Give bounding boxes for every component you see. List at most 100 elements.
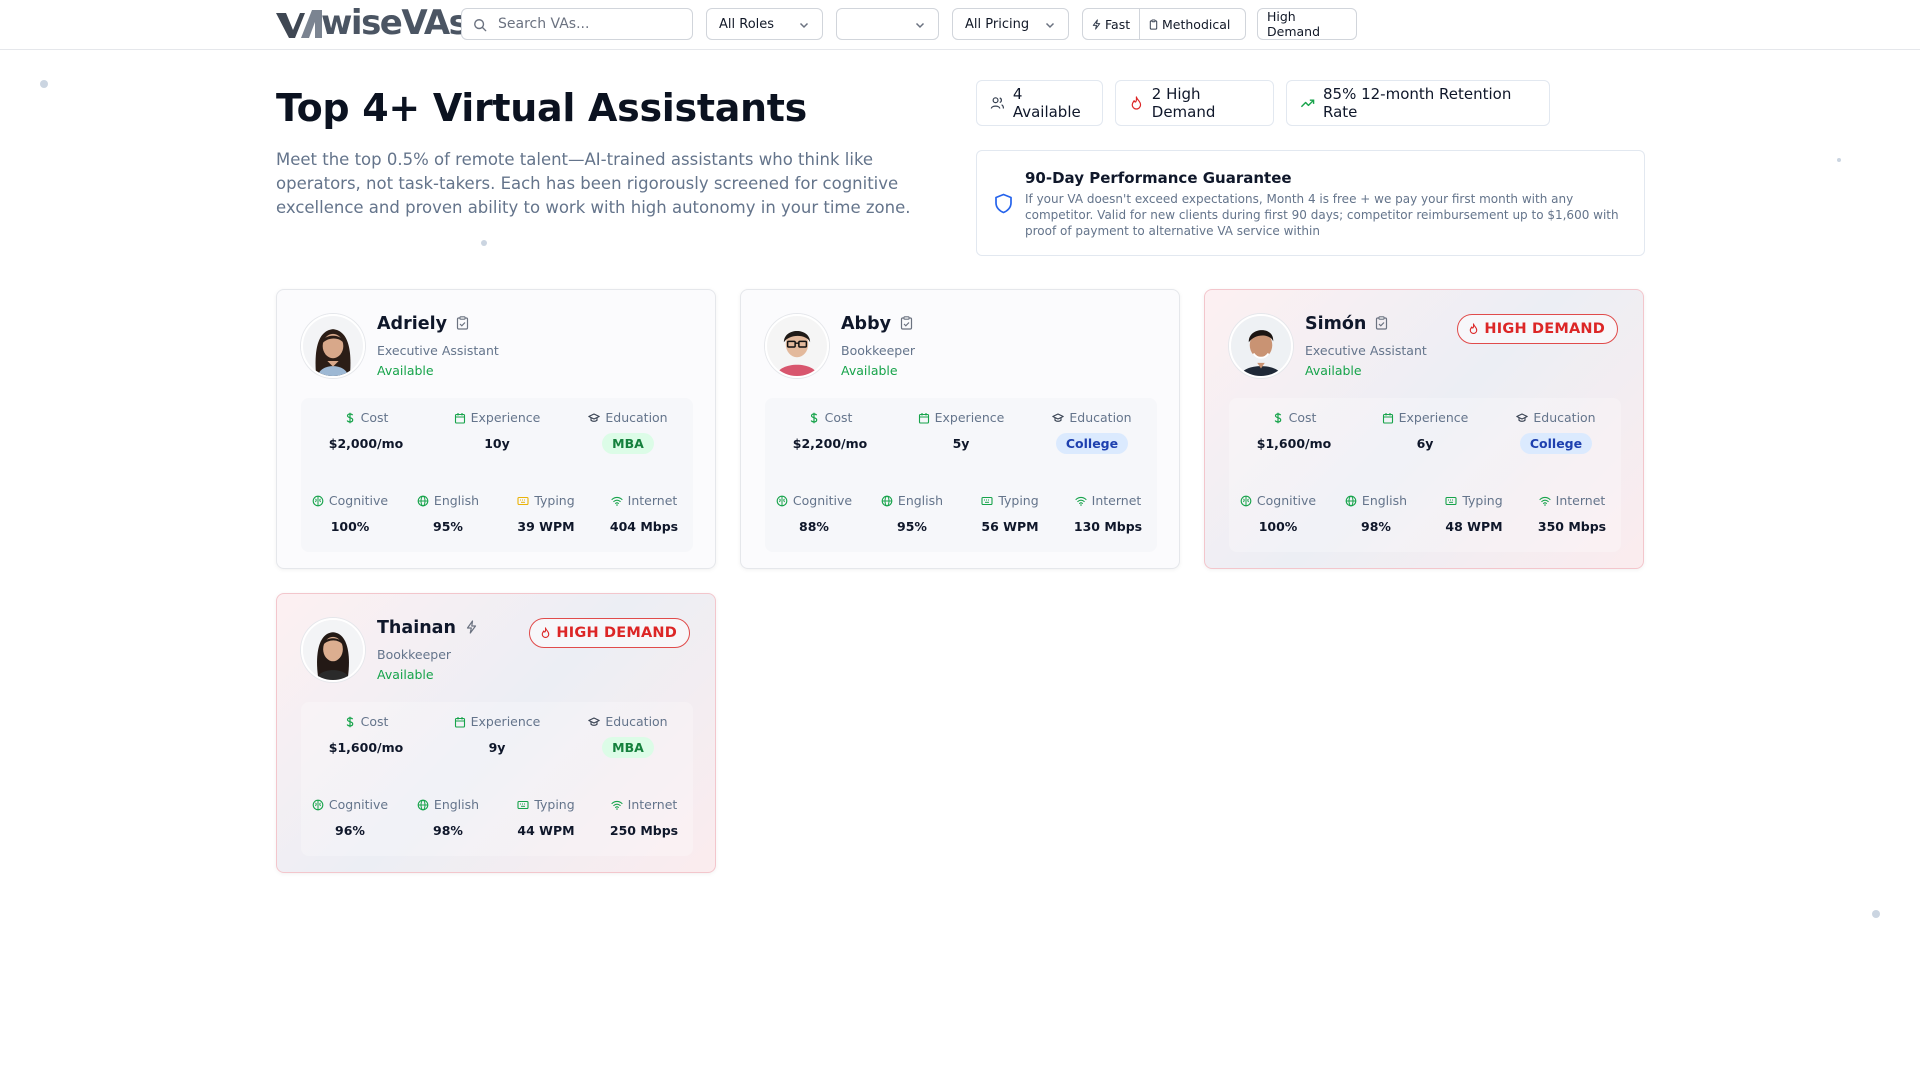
va-status: Available xyxy=(377,363,434,378)
calendar-icon xyxy=(1382,412,1393,424)
calendar-icon xyxy=(454,716,465,728)
pricing-select-value: All Pricing xyxy=(965,16,1030,32)
cognitive-metric: Cognitive 88% xyxy=(765,493,863,534)
english-label: English xyxy=(433,797,480,812)
secondary-select[interactable] xyxy=(836,8,939,40)
english-metric: English 95% xyxy=(399,493,497,534)
english-label: English xyxy=(1361,493,1408,508)
internet-value: 404 Mbps xyxy=(609,519,679,534)
education-metric: Education College xyxy=(1491,410,1621,454)
globe-icon xyxy=(1345,495,1357,506)
internet-value: 250 Mbps xyxy=(609,823,679,838)
english-value: 98% xyxy=(1361,519,1391,534)
education-badge: College xyxy=(1055,433,1129,454)
internet-label: Internet xyxy=(1555,493,1606,508)
methodical-filter-chip[interactable]: Methodical xyxy=(1139,8,1246,40)
logo-mark-icon xyxy=(276,10,322,38)
flame-icon xyxy=(1131,96,1142,110)
cost-value: $1,600/mo xyxy=(1256,436,1332,451)
high-demand-filter-chip[interactable]: High Demand xyxy=(1257,8,1357,40)
va-metrics-panel: Cost $2,000/mo Experience 10y Education … xyxy=(301,398,693,552)
english-metric: English 95% xyxy=(863,493,961,534)
graduation-cap-icon xyxy=(1516,412,1529,422)
dollar-icon xyxy=(346,412,353,423)
cost-metric: Cost $2,200/mo xyxy=(765,410,895,451)
internet-value: 350 Mbps xyxy=(1537,519,1607,534)
chevron-down-icon xyxy=(799,22,809,29)
education-label: Education xyxy=(605,714,668,729)
experience-value: 10y xyxy=(484,436,510,451)
high-demand-badge: HIGH DEMAND xyxy=(1457,314,1618,344)
va-metrics-panel: Cost $1,600/mo Experience 9y Education M… xyxy=(301,702,693,856)
search-input[interactable] xyxy=(498,9,688,39)
high-demand-badge-label: HIGH DEMAND xyxy=(556,625,677,641)
flame-icon xyxy=(542,627,550,638)
zap-icon xyxy=(1092,18,1101,30)
roles-select[interactable]: All Roles xyxy=(706,8,823,40)
english-metric: English 98% xyxy=(1327,493,1425,534)
cost-value: $2,200/mo xyxy=(792,436,868,451)
va-card-abby[interactable]: Abby Bookkeeper Available Cost $2,200/mo… xyxy=(740,289,1180,569)
wifi-icon xyxy=(1075,496,1087,506)
search-box[interactable] xyxy=(461,8,693,40)
wisevas-logo[interactable]: wiseVAs xyxy=(275,3,469,43)
fast-filter-chip[interactable]: Fast xyxy=(1082,8,1140,40)
avatar[interactable] xyxy=(301,618,365,682)
available-stat-text: 4 Available xyxy=(1012,85,1081,121)
decorative-dot xyxy=(1837,158,1841,162)
experience-value: 5y xyxy=(952,436,970,451)
zap-icon xyxy=(466,619,477,634)
va-card-thainan[interactable]: Thainan Bookkeeper Available HIGH DEMAND… xyxy=(276,593,716,873)
wifi-icon xyxy=(1539,496,1551,506)
internet-metric: Internet 130 Mbps xyxy=(1059,493,1157,534)
decorative-dot xyxy=(1872,910,1880,918)
cost-label: Cost xyxy=(1288,410,1317,425)
cognitive-metric: Cognitive 100% xyxy=(1229,493,1327,534)
internet-label: Internet xyxy=(1091,493,1142,508)
page-title: Top 4+ Virtual Assistants xyxy=(276,86,807,130)
typing-metric: Typing 48 WPM xyxy=(1425,493,1523,534)
dollar-icon xyxy=(1274,412,1281,423)
internet-metric: Internet 350 Mbps xyxy=(1523,493,1621,534)
flame-icon xyxy=(1470,323,1478,334)
education-badge: MBA xyxy=(602,737,654,758)
cost-value: $1,600/mo xyxy=(328,740,404,755)
keyboard-icon xyxy=(1445,496,1457,505)
chevron-down-icon xyxy=(1045,22,1055,29)
guarantee-title: 90-Day Performance Guarantee xyxy=(1025,169,1292,187)
top-bar: wiseVAs All Roles All Pricing Fast Metho… xyxy=(0,0,1920,50)
education-metric: Education College xyxy=(1027,410,1157,454)
va-name-row: Adriely xyxy=(377,314,469,334)
va-name-row: Thainan xyxy=(377,618,478,638)
trending-up-icon xyxy=(1300,99,1315,108)
calendar-icon xyxy=(918,412,929,424)
education-metric: Education MBA xyxy=(563,410,693,454)
avatar[interactable] xyxy=(301,314,365,378)
graduation-cap-icon xyxy=(588,716,601,726)
experience-value: 9y xyxy=(488,740,506,755)
brain-icon xyxy=(776,495,788,506)
high-demand-badge-label: HIGH DEMAND xyxy=(1484,321,1605,337)
avatar[interactable] xyxy=(765,314,829,378)
english-value: 98% xyxy=(433,823,463,838)
cost-label: Cost xyxy=(360,714,389,729)
avatar[interactable] xyxy=(1229,314,1293,378)
typing-metric: Typing 39 WPM xyxy=(497,493,595,534)
internet-label: Internet xyxy=(627,493,678,508)
va-role: Executive Assistant xyxy=(1305,343,1427,358)
available-stat: 4 Available xyxy=(976,80,1103,126)
graduation-cap-icon xyxy=(1052,412,1065,422)
pricing-select[interactable]: All Pricing xyxy=(952,8,1069,40)
va-card-adriely[interactable]: Adriely Executive Assistant Available Co… xyxy=(276,289,716,569)
high-demand-stat-text: 2 High Demand xyxy=(1151,85,1216,121)
logo-text: wiseVAs xyxy=(321,3,469,43)
users-icon xyxy=(990,97,1005,109)
english-metric: English 98% xyxy=(399,797,497,838)
roles-select-value: All Roles xyxy=(719,16,775,32)
cost-metric: Cost $1,600/mo xyxy=(1229,410,1359,451)
va-card-simon[interactable]: Simón Executive Assistant Available HIGH… xyxy=(1204,289,1644,569)
clipboard-check-icon xyxy=(447,315,469,334)
globe-icon xyxy=(881,495,893,506)
keyboard-icon xyxy=(981,496,993,505)
typing-label: Typing xyxy=(998,493,1039,508)
